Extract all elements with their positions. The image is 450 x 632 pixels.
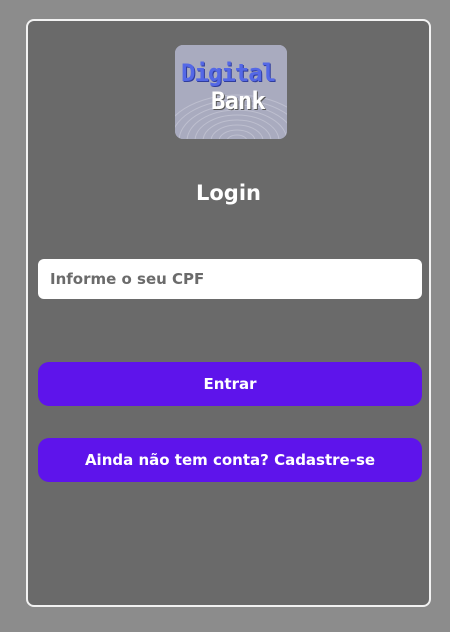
enter-button[interactable]: Entrar xyxy=(38,362,422,406)
logo-word-bank: Bank xyxy=(211,87,266,115)
login-card: Digital Bank Login Entrar Ainda não tem … xyxy=(26,19,431,607)
logo-word-digital: Digital xyxy=(181,59,276,87)
cpf-input[interactable] xyxy=(38,259,422,299)
digital-bank-logo: Digital Bank xyxy=(175,45,287,139)
page-title: Login xyxy=(196,181,261,205)
signup-button[interactable]: Ainda não tem conta? Cadastre-se xyxy=(38,438,422,482)
